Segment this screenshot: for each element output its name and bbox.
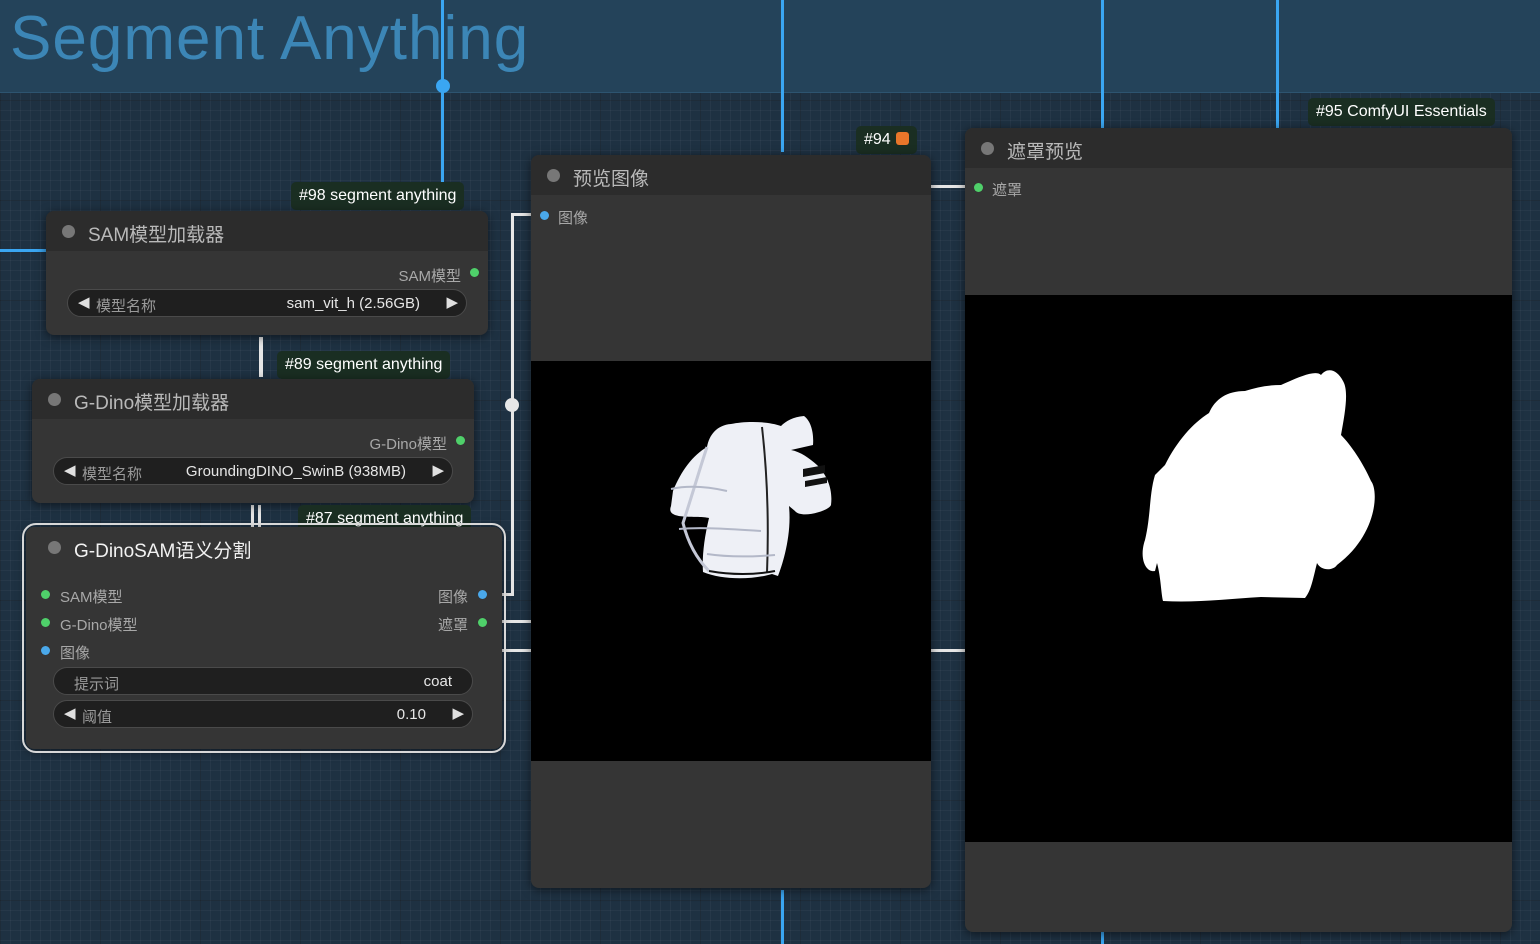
widget-value: sam_vit_h (2.56GB) — [286, 295, 420, 312]
link-wire — [1101, 932, 1104, 944]
collapse-dot-icon[interactable] — [48, 393, 61, 406]
node-titlebar[interactable]: SAM模型加载器 — [46, 211, 488, 251]
input-slot-dot-icon[interactable] — [540, 211, 549, 220]
output-slot-dot-icon[interactable] — [470, 268, 479, 277]
arrow-left-icon[interactable]: ◀ — [78, 293, 90, 311]
model-name-combo[interactable]: ◀ 模型名称 GroundingDINO_SwinB (938MB) ▶ — [53, 457, 453, 485]
widget-label: 模型名称 — [82, 466, 143, 483]
widget-value: GroundingDINO_SwinB (938MB) — [185, 463, 406, 480]
link-wire — [1101, 0, 1104, 128]
link-wire — [781, 890, 784, 944]
input-label: 遮罩 — [992, 182, 1023, 199]
reroute-node[interactable] — [505, 398, 519, 412]
preview-image-node[interactable]: 预览图像 图像 — [531, 155, 931, 888]
node-badge: #89 segment anything — [277, 351, 451, 379]
selection-outline — [22, 523, 506, 753]
mask-image[interactable] — [965, 295, 1512, 842]
link-wire — [931, 649, 965, 652]
link-wire — [781, 0, 784, 152]
link-wire — [931, 185, 965, 188]
model-name-combo[interactable]: ◀ 模型名称 sam_vit_h (2.56GB) ▶ — [67, 289, 467, 317]
node-badge: #95 ComfyUI Essentials — [1308, 98, 1495, 126]
node-title: 预览图像 — [573, 169, 650, 190]
collapse-dot-icon[interactable] — [547, 169, 560, 182]
preview-image[interactable] — [531, 361, 931, 761]
node-titlebar[interactable]: 预览图像 — [531, 155, 931, 195]
arrow-right-icon[interactable]: ▶ — [446, 293, 458, 311]
collapse-dot-icon[interactable] — [62, 225, 75, 238]
node-badge: #98 segment anything — [291, 182, 465, 210]
node-title: G-Dino模型加载器 — [74, 393, 230, 414]
input-label: 图像 — [558, 210, 589, 227]
collapse-dot-icon[interactable] — [981, 142, 994, 155]
mask-preview-node[interactable]: 遮罩预览 遮罩 — [965, 128, 1512, 932]
output-slot-dot-icon[interactable] — [456, 436, 465, 445]
node-title: 遮罩预览 — [1007, 142, 1084, 163]
output-label: SAM模型 — [398, 268, 461, 285]
node-titlebar[interactable]: 遮罩预览 — [965, 128, 1512, 168]
gdino-loader-node[interactable]: G-Dino模型加载器 G-Dino模型 ◀ 模型名称 GroundingDIN… — [32, 379, 474, 503]
output-label: G-Dino模型 — [369, 436, 447, 453]
reroute-node[interactable] — [436, 79, 450, 93]
input-slot-dot-icon[interactable] — [974, 183, 983, 192]
arrow-right-icon[interactable]: ▶ — [432, 461, 444, 479]
link-wire — [259, 337, 263, 377]
node-badge: #94 — [856, 126, 917, 154]
badge-text: #94 — [864, 131, 891, 148]
coat-image — [670, 416, 832, 579]
fox-icon — [895, 132, 909, 145]
mask-shape — [1142, 370, 1375, 602]
link-wire — [1276, 0, 1279, 128]
node-titlebar[interactable]: G-Dino模型加载器 — [32, 379, 474, 419]
arrow-left-icon[interactable]: ◀ — [64, 461, 76, 479]
node-title: SAM模型加载器 — [88, 225, 225, 246]
group-title: Segment Anything — [10, 4, 530, 73]
widget-label: 模型名称 — [96, 298, 157, 315]
sam-loader-node[interactable]: SAM模型加载器 SAM模型 ◀ 模型名称 sam_vit_h (2.56GB)… — [46, 211, 488, 335]
link-wire — [511, 213, 531, 216]
link-wire — [0, 249, 46, 252]
